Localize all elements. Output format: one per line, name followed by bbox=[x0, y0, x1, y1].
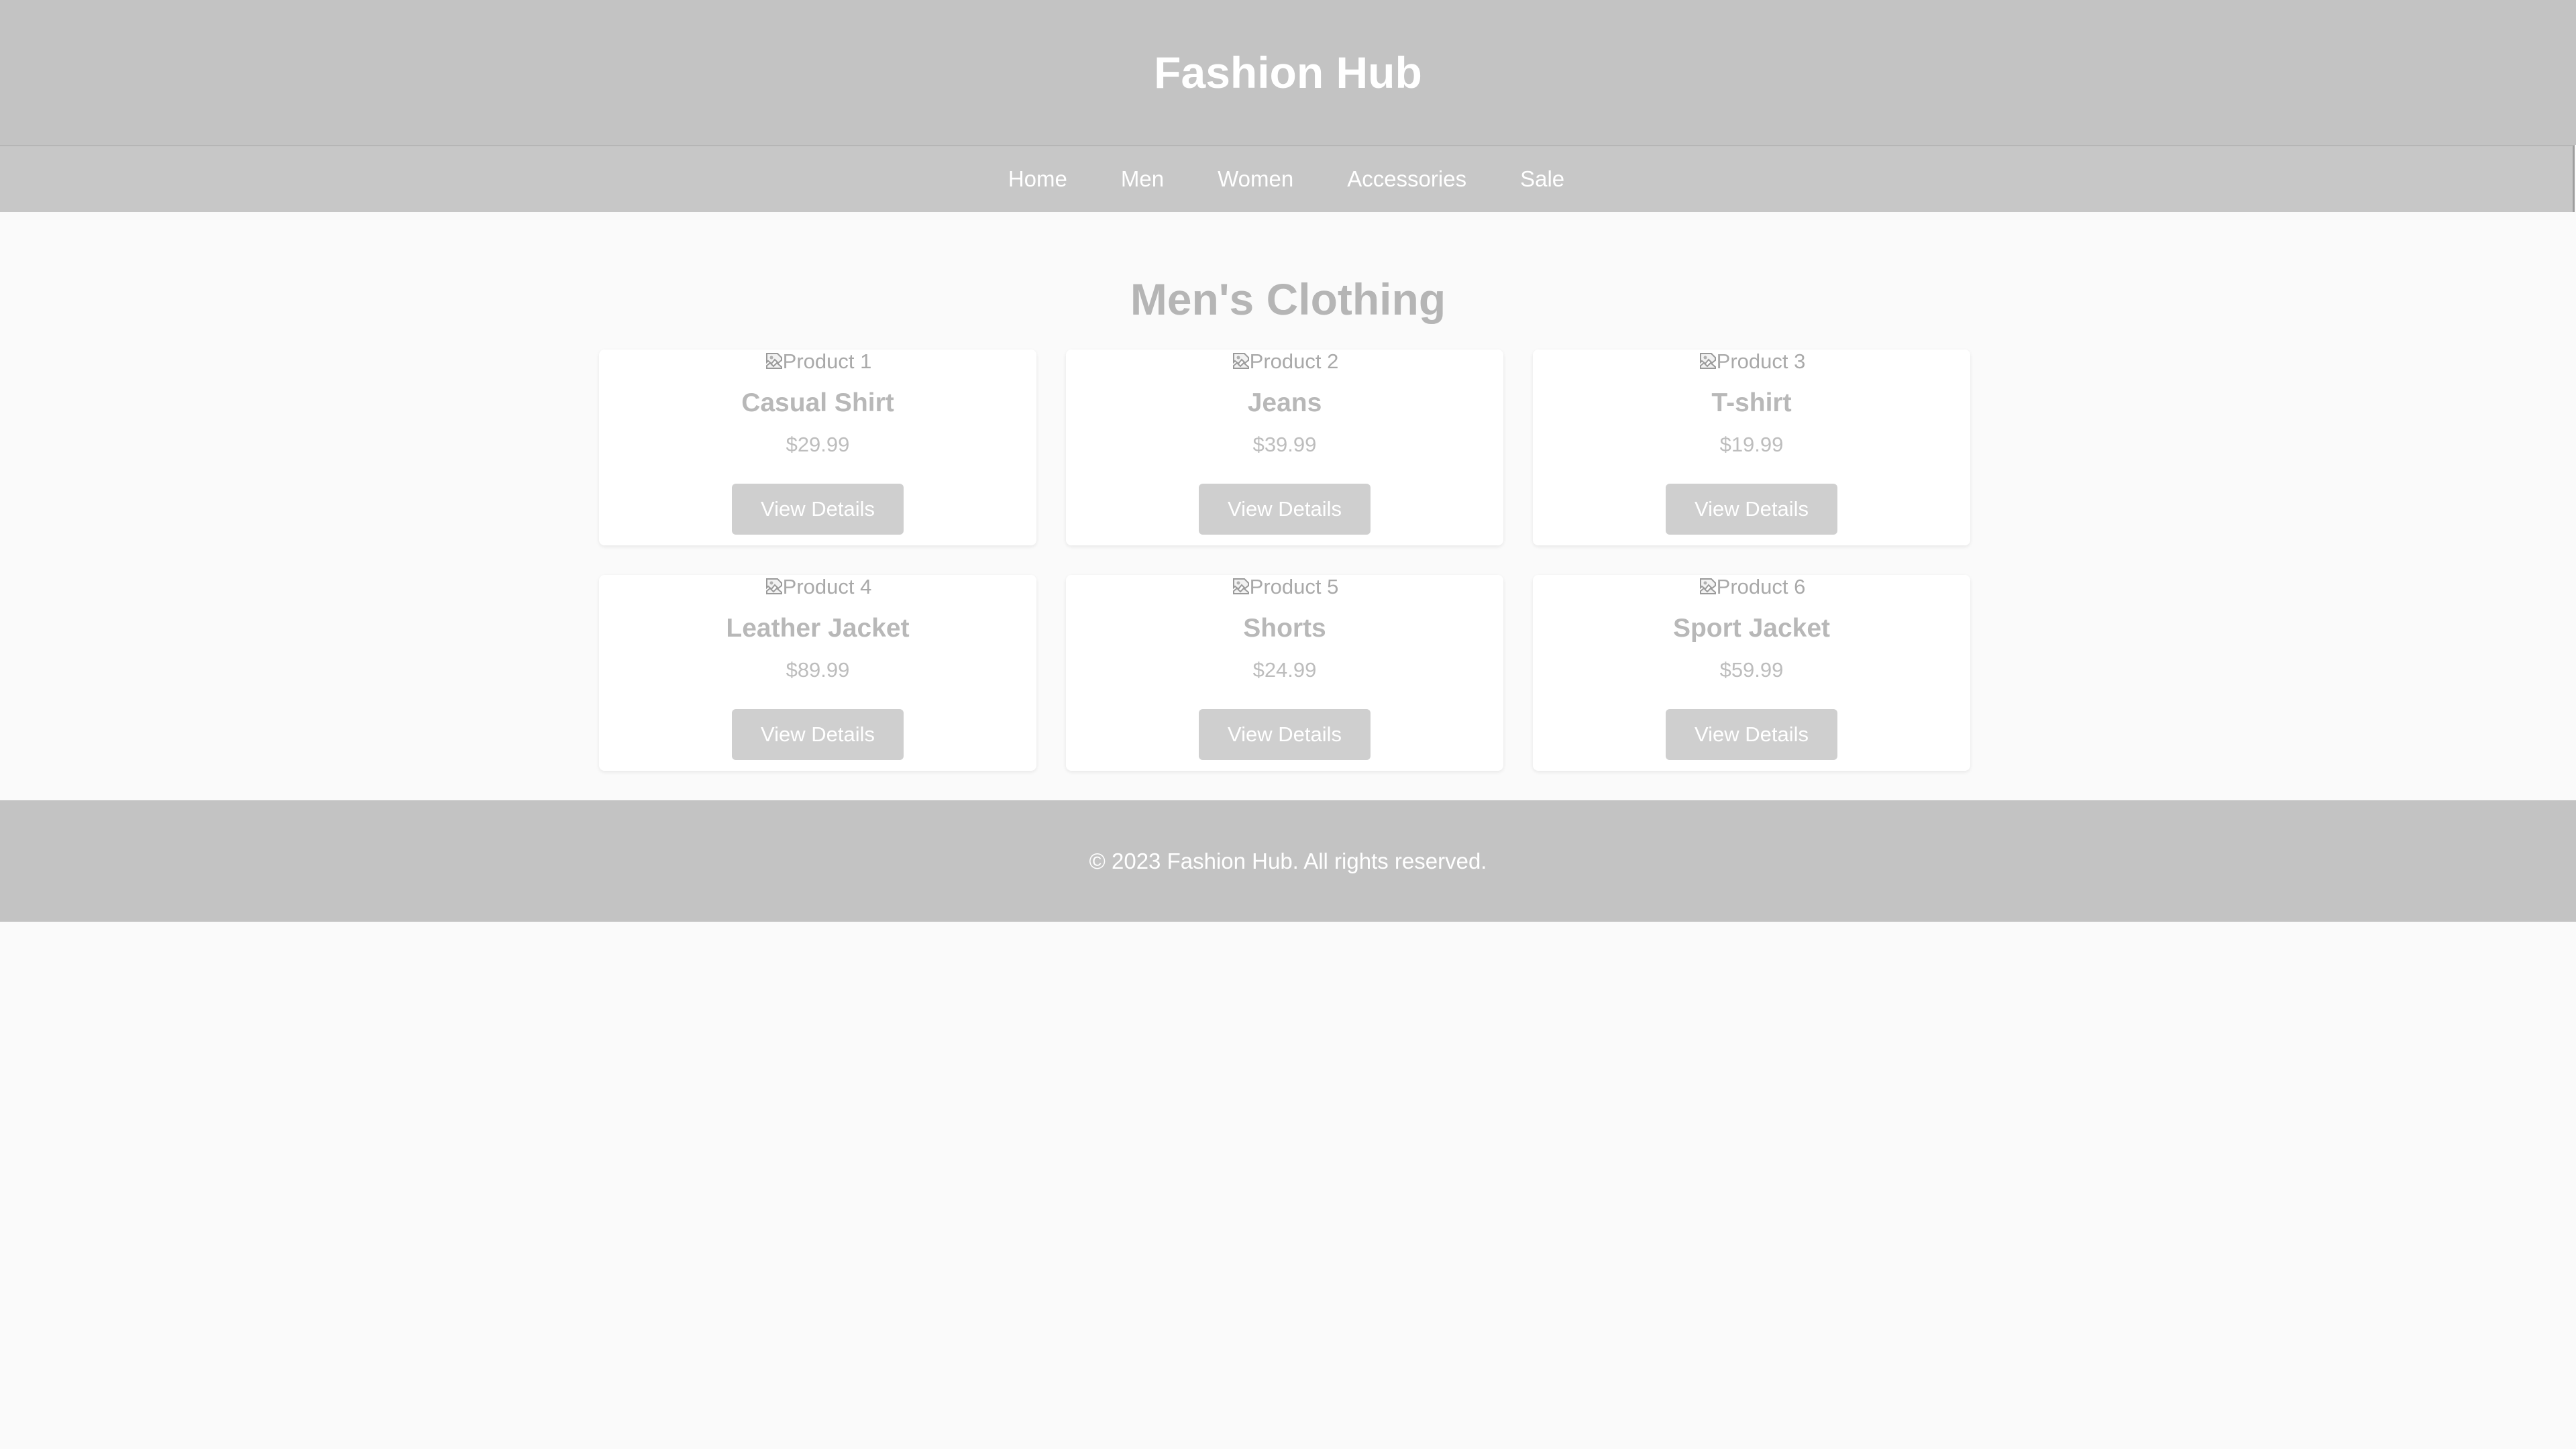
view-details-button[interactable]: View Details bbox=[732, 484, 904, 535]
broken-image-icon bbox=[764, 576, 784, 596]
copyright-text: © 2023 Fashion Hub. All rights reserved. bbox=[1089, 848, 1487, 873]
broken-image-icon bbox=[1231, 576, 1251, 596]
product-card: Product 2 Jeans $39.99 View Details bbox=[1066, 350, 1503, 545]
nav-link-women[interactable]: Women bbox=[1218, 166, 1293, 192]
product-image-alt: Product 6 bbox=[1716, 575, 1806, 598]
product-card: Product 1 Casual Shirt $29.99 View Detai… bbox=[599, 350, 1036, 545]
view-details-button[interactable]: View Details bbox=[1666, 709, 1837, 760]
product-image-alt: Product 4 bbox=[782, 575, 872, 598]
view-details-button[interactable]: View Details bbox=[1666, 484, 1837, 535]
product-price: $19.99 bbox=[1719, 433, 1784, 456]
product-card: Product 4 Leather Jacket $89.99 View Det… bbox=[599, 575, 1036, 771]
product-image-alt: Product 1 bbox=[782, 350, 872, 373]
broken-image-icon bbox=[1231, 351, 1251, 371]
product-price: $24.99 bbox=[1252, 658, 1317, 682]
product-image: Product 6 bbox=[1533, 575, 1970, 599]
product-image: Product 2 bbox=[1066, 350, 1503, 374]
product-image: Product 1 bbox=[599, 350, 1036, 374]
product-image: Product 5 bbox=[1066, 575, 1503, 599]
product-price: $89.99 bbox=[786, 658, 850, 682]
product-price: $59.99 bbox=[1719, 658, 1784, 682]
nav-link-home[interactable]: Home bbox=[1008, 166, 1067, 192]
site-header: Fashion Hub bbox=[0, 0, 2576, 145]
broken-image-icon bbox=[764, 351, 784, 371]
product-grid: Product 1 Casual Shirt $29.99 View Detai… bbox=[599, 350, 1970, 771]
main-nav: Home Men Women Accessories Sale bbox=[0, 145, 2575, 212]
view-details-button[interactable]: View Details bbox=[1199, 709, 1371, 760]
nav-link-sale[interactable]: Sale bbox=[1520, 166, 1564, 192]
broken-image-icon bbox=[1698, 576, 1718, 596]
product-name: Jeans bbox=[1247, 388, 1322, 417]
product-image-alt: Product 3 bbox=[1716, 350, 1806, 373]
product-image: Product 4 bbox=[599, 575, 1036, 599]
section-title: Men's Clothing bbox=[1130, 274, 1446, 324]
broken-image-icon bbox=[1698, 351, 1718, 371]
site-footer: © 2023 Fashion Hub. All rights reserved. bbox=[0, 800, 2576, 922]
product-card: Product 3 T-shirt $19.99 View Details bbox=[1533, 350, 1970, 545]
view-details-button[interactable]: View Details bbox=[1199, 484, 1371, 535]
product-name: Leather Jacket bbox=[726, 614, 910, 643]
view-details-button[interactable]: View Details bbox=[732, 709, 904, 760]
product-price: $39.99 bbox=[1252, 433, 1317, 456]
product-card: Product 6 Sport Jacket $59.99 View Detai… bbox=[1533, 575, 1970, 771]
product-price: $29.99 bbox=[786, 433, 850, 456]
product-name: T-shirt bbox=[1711, 388, 1792, 417]
site-title: Fashion Hub bbox=[1154, 48, 1422, 97]
product-name: Shorts bbox=[1243, 614, 1326, 643]
nav-link-men[interactable]: Men bbox=[1121, 166, 1164, 192]
product-name: Casual Shirt bbox=[741, 388, 894, 417]
product-image-alt: Product 5 bbox=[1249, 575, 1339, 598]
product-card: Product 5 Shorts $24.99 View Details bbox=[1066, 575, 1503, 771]
product-name: Sport Jacket bbox=[1672, 614, 1831, 643]
product-image: Product 3 bbox=[1533, 350, 1970, 374]
nav-link-accessories[interactable]: Accessories bbox=[1347, 166, 1466, 192]
product-image-alt: Product 2 bbox=[1249, 350, 1339, 373]
